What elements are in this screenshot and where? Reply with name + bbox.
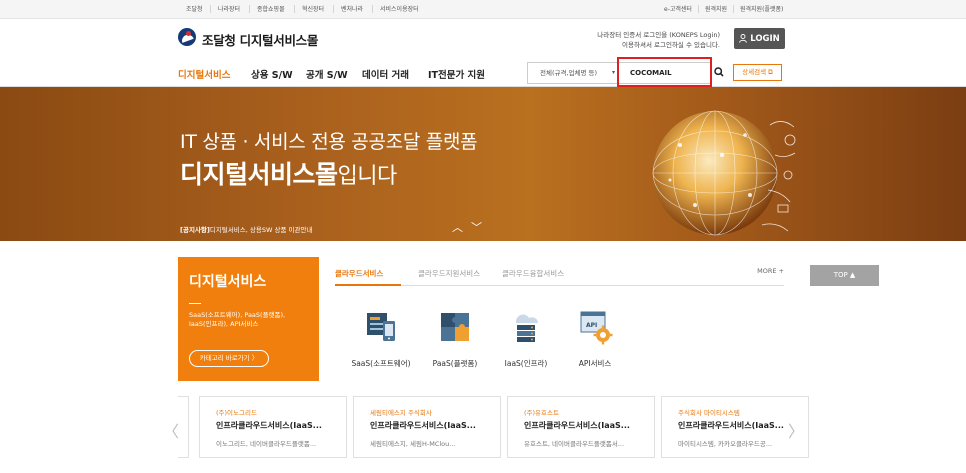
card-partial [178,396,189,458]
nav-item-it-expert[interactable]: IT전문가 지원 [428,67,485,81]
tab-cloud-convergence[interactable]: 클라우드융합서비스 [502,268,564,279]
chevron-left-icon[interactable]: 〈 [163,418,179,442]
topbar-link-pps[interactable]: 조달청 [186,4,203,13]
topbar-link-service-market[interactable]: 서비스이용장터 [380,4,419,13]
login-button-label: LOGIN [750,33,780,44]
card-title: 인프라클라우드서비스(IaaS... [524,421,630,430]
scroll-top-button[interactable]: TOP ▲ [810,265,879,286]
banner-title-rest: 입니다 [337,164,398,189]
nav-item-commercial-sw[interactable]: 상용 S/W [251,67,293,81]
divider [210,5,211,13]
notice-link[interactable]: [공지사항]디지털서비스, 상용SW 상품 이관안내 [180,224,312,234]
search-input[interactable]: COCOMAIL [620,62,711,84]
category-description-line2: IaaS(인프라), API서비스 [189,320,259,328]
product-card[interactable]: 세림티에스지 주식회사 인프라클라우드서비스(IaaS... 세림티에스지, 세… [353,396,501,458]
chevron-down-icon: ▾ [611,69,615,76]
category-title: 디지털서비스 [189,274,267,290]
notice-text: 디지털서비스, 상용SW 상품 이관안내 [209,226,313,234]
card-company: (주)이노그리드 [216,409,257,417]
iaas-icon [516,314,538,342]
service-tabs: 클라우드서비스 클라우드지원서비스 클라우드융합서비스 MORE + [335,266,784,286]
paas-icon [441,313,469,341]
product-card[interactable]: 주식회사 마이티시스템 인프라클라우드서비스(IaaS... 마이티시스템, 카… [661,396,809,458]
divider [698,5,699,13]
topbar-link-innovation-market[interactable]: 혁신장터 [302,4,324,13]
more-link[interactable]: MORE + [757,267,784,275]
globe-icon [652,110,796,236]
divider [294,5,295,13]
svg-text:API: API [586,322,597,329]
service-label: SaaS(소프트웨어) [351,359,411,368]
service-label: IaaS(인프라) [504,359,548,368]
search-category-value: 전체(규격,업체명 등) [540,69,598,77]
pps-logo-icon[interactable] [178,28,196,46]
topbar-link-shopping-mall[interactable]: 종합쇼핑몰 [257,4,285,13]
service-api[interactable]: API API서비스 [560,307,630,369]
category-panel: 디지털서비스 SaaS(소프트웨어), PaaS(플랫폼), IaaS(인프라)… [178,257,319,381]
utility-bar: 조달청 나라장터 종합쇼핑몰 혁신장터 벤처나라 서비스이용장터 e-고객센터 … [0,0,966,19]
user-icon [739,34,748,43]
login-button[interactable]: LOGIN [734,28,785,49]
tab-cloud-support[interactable]: 클라우드지원서비스 [418,268,480,279]
api-icon: API [580,311,613,345]
external-link-icon: ⧉ [768,68,773,76]
banner-title-bold: 디지털서비스몰 [180,160,338,189]
divider [189,303,201,304]
hero-banner [0,87,966,241]
banner-title: 디지털서비스몰입니다 [180,155,397,191]
nav-item-data-trade[interactable]: 데이터 거래 [362,67,409,81]
service-saas[interactable]: SaaS(소프트웨어) [346,307,416,369]
topbar-link-remote-support-platform[interactable]: 원격지원(플랫폼) [740,4,783,13]
topbar-link-koneps[interactable]: 나라장터 [218,4,240,13]
topbar-link-remote-support[interactable]: 원격지원 [705,4,727,13]
saas-icon [367,313,395,341]
detail-search-label: 상세검색 [742,68,767,76]
notice-tag: [공지사항] [180,226,210,234]
divider [333,5,334,13]
divider [733,5,734,13]
service-paas[interactable]: PaaS(플랫폼) [420,307,490,369]
service-label: PaaS(플랫폼) [432,359,478,368]
nav-item-digital-service[interactable]: 디지털서비스 [178,67,230,81]
search-category-select[interactable]: 전체(규격,업체명 등) ▾ [527,62,620,84]
tab-cloud-service[interactable]: 클라우드서비스 [335,268,383,279]
card-description: 이노그리드, 네이버클라우드플랫폼... [216,440,317,448]
service-label: API서비스 [578,359,612,368]
product-card[interactable]: (주)이노그리드 인프라클라우드서비스(IaaS... 이노그리드, 네이버클라… [199,396,347,458]
product-card[interactable]: (주)유호스트 인프라클라우드서비스(IaaS... 유호스트, 네이버클라우드… [507,396,655,458]
nav-item-open-sw[interactable]: 공개 S/W [306,67,348,81]
chevron-down-icon[interactable]: ﹀ [471,221,490,234]
card-company: (주)유호스트 [524,409,559,417]
chevron-right-icon[interactable]: 〉 [788,418,804,442]
banner-nav: ︿﹀ [452,219,490,235]
detail-search-button[interactable]: 상세검색 ⧉ [733,64,782,81]
card-title: 인프라클라우드서비스(IaaS... [370,421,476,430]
category-shortcut-button[interactable]: 카테고리 바로가기 〉 [189,350,269,367]
card-description: 유호스트, 네이버클라우드플랫폼서... [524,440,625,448]
category-description-line1: SaaS(소프트웨어), PaaS(플랫폼), [189,311,286,319]
divider [372,5,373,13]
site-header [0,19,966,57]
card-company: 주식회사 마이티시스템 [678,409,740,417]
login-message-line2: 이용하셔서 로그인하실 수 있습니다. [622,41,720,49]
card-description: 마이티시스템, 카카오클라우드공... [678,440,773,448]
divider [249,5,250,13]
card-description: 세림티에스지, 세림H-MClou... [370,440,456,448]
login-message: 나라장터 인증서 로그인을 (KONEPS Login) 이용하셔서 로그인하실… [570,30,720,50]
service-iaas[interactable]: IaaS(인프라) [491,307,561,369]
topbar-link-venture[interactable]: 벤처나라 [341,4,363,13]
card-company: 세림티에스지 주식회사 [370,409,432,417]
site-logo-text[interactable]: 조달청 디지털서비스몰 [202,30,318,49]
banner-headline: IT 상품 · 서비스 전용 공공조달 플랫폼 [180,131,478,153]
chevron-up-icon[interactable]: ︿ [452,221,471,234]
card-title: 인프라클라우드서비스(IaaS... [216,421,322,430]
card-title: 인프라클라우드서비스(IaaS... [678,421,784,430]
topbar-link-customer-center[interactable]: e-고객센터 [664,4,692,13]
search-icon[interactable] [712,64,726,80]
category-description: SaaS(소프트웨어), PaaS(플랫폼), IaaS(인프라), API서비… [189,311,308,329]
login-message-line1: 나라장터 인증서 로그인을 (KONEPS Login) [597,31,720,39]
active-tab-indicator [335,284,401,286]
